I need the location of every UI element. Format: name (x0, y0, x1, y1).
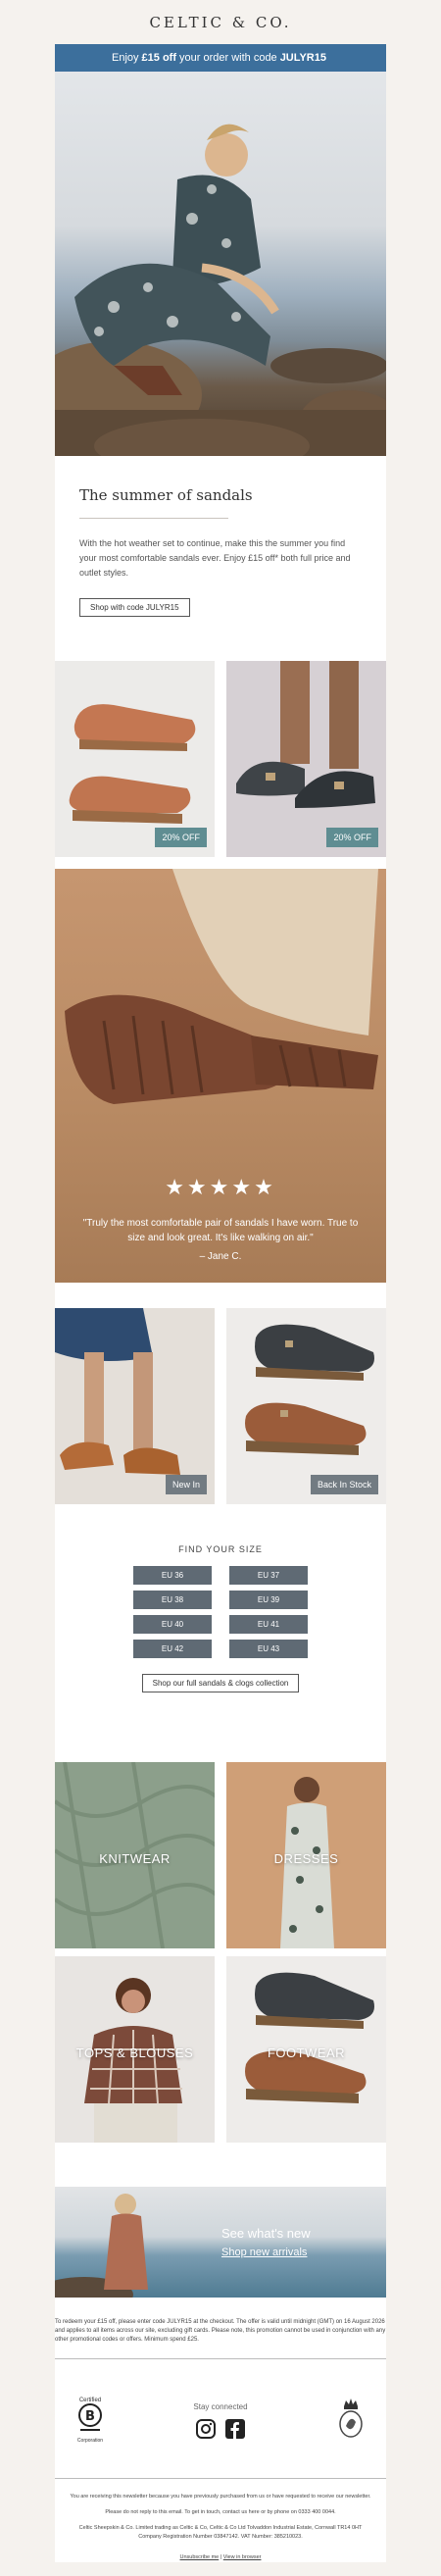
banner-middle: your order with code (179, 52, 277, 64)
legal-divider (55, 2478, 386, 2479)
offer-tile-black-sandals[interactable]: 20% OFF (226, 661, 386, 857)
banner-code: JULYR15 (279, 52, 326, 64)
intro-title: The summer of sandals (79, 486, 253, 504)
shop-code-button[interactable]: Shop with code JULYR15 (79, 598, 190, 617)
social-icons (193, 2419, 247, 2439)
size-button[interactable]: EU 40 (133, 1615, 212, 1634)
category-label: KNITWEAR (99, 1851, 171, 1867)
new-in-tile[interactable]: New In (55, 1308, 215, 1504)
intro-section: The summer of sandals With the hot weath… (55, 456, 386, 639)
promo-banner[interactable]: Enjoy £15 off your order with code JULYR… (55, 44, 386, 72)
category-label: FOOTWEAR (267, 2046, 346, 2061)
category-row-2: TOPS & BLOUSES FOOTWEAR (55, 1956, 386, 2143)
back-in-stock-tile[interactable]: Back In Stock (226, 1308, 386, 1504)
legal-section: You are receiving this newsletter becaus… (55, 2468, 386, 2562)
size-grid: EU 36 EU 37 EU 38 EU 39 EU 40 EU 41 EU 4… (55, 1566, 386, 1658)
size-button[interactable]: EU 39 (229, 1591, 308, 1609)
size-finder-title: FIND YOUR SIZE (178, 1544, 263, 1554)
unsubscribe-row: Unsubscribe me | View in browser (179, 2554, 262, 2560)
stay-connected-label: Stay connected (193, 2402, 248, 2411)
spacer (55, 1716, 386, 1762)
corporation-label: Corporation (76, 2438, 104, 2444)
new-arrivals-banner[interactable]: See what's new Shop new arrivals (55, 2187, 386, 2298)
banner-prefix: Enjoy (112, 52, 139, 64)
instagram-icon[interactable] (196, 2419, 216, 2439)
spacer (55, 1283, 386, 1308)
svg-text:B: B (85, 2409, 95, 2424)
new-in-badge: New In (165, 1475, 207, 1494)
shop-new-arrivals-link[interactable]: Shop new arrivals (221, 2247, 311, 2258)
brand-logo[interactable]: CELTIC & CO. (0, 0, 441, 44)
hero-image[interactable] (55, 72, 386, 456)
royal-warrant-badge (335, 2397, 367, 2445)
offer-tiles: 20% OFF 20% OFF (55, 661, 386, 857)
stay-connected: Stay connected (193, 2402, 248, 2439)
category-footwear[interactable]: FOOTWEAR (226, 1956, 386, 2143)
new-arrivals-headline: See what's new (221, 2226, 311, 2241)
intro-body: With the hot weather set to continue, ma… (79, 538, 351, 578)
offer-badge: 20% OFF (326, 828, 378, 847)
terms-text: To redeem your £15 off, please enter cod… (55, 2319, 386, 2343)
size-finder: FIND YOUR SIZE EU 36 EU 37 EU 38 EU 39 E… (55, 1504, 386, 1716)
terms-divider (55, 2358, 386, 2359)
title-divider (79, 518, 228, 519)
spacer (55, 1948, 386, 1956)
review-banner[interactable]: ★★★★★ "Truly the most comfortable pair o… (55, 869, 386, 1283)
size-button[interactable]: EU 43 (229, 1640, 308, 1658)
review-quote: "Truly the most comfortable pair of sand… (74, 1216, 367, 1264)
category-tops-blouses[interactable]: TOPS & BLOUSES (55, 1956, 215, 2143)
spacer (55, 2143, 386, 2187)
spacer (55, 639, 386, 661)
category-dresses[interactable]: DRESSES (226, 1762, 386, 1948)
b-corp-icon: B (78, 2403, 102, 2431)
review-author: – Jane C. (199, 1251, 242, 1262)
size-button[interactable]: EU 36 (133, 1566, 212, 1585)
unsubscribe-link[interactable]: Unsubscribe me (180, 2554, 220, 2560)
offer-badge: 20% OFF (155, 828, 207, 847)
social-footer: Certified B Corporation Stay connected (55, 2373, 386, 2468)
offer-tile-tan-sandals[interactable]: 20% OFF (55, 661, 215, 857)
shop-collection-button[interactable]: Shop our full sandals & clogs collection (141, 1674, 300, 1692)
back-in-stock-badge: Back In Stock (310, 1475, 378, 1494)
category-label: DRESSES (273, 1851, 339, 1867)
terms-section: To redeem your £15 off, please enter cod… (55, 2298, 386, 2373)
category-row-1: KNITWEAR DRESSES (55, 1762, 386, 1948)
size-button[interactable]: EU 38 (133, 1591, 212, 1609)
size-button[interactable]: EU 42 (133, 1640, 212, 1658)
facebook-icon[interactable] (225, 2419, 245, 2439)
legal-line-4: Company Registration Number 03847142. VA… (138, 2534, 303, 2540)
b-corp-badge[interactable]: Certified B Corporation (74, 2398, 106, 2444)
category-knitwear[interactable]: KNITWEAR (55, 1762, 215, 1948)
spacer (55, 857, 386, 869)
banner-amount: £15 off (141, 52, 177, 64)
review-text: "Truly the most comfortable pair of sand… (82, 1218, 359, 1243)
legal-line-1: You are receiving this newsletter becaus… (70, 2494, 371, 2500)
legal-line-3: Celtic Sheepskin & Co. Limited trading a… (78, 2525, 363, 2531)
rating-stars: ★★★★★ (165, 1175, 276, 1199)
size-button[interactable]: EU 41 (229, 1615, 308, 1634)
new-in-tiles: New In Back In Stock (55, 1308, 386, 1504)
new-arrivals-text: See what's new Shop new arrivals (221, 2226, 311, 2258)
view-in-browser-link[interactable]: View in browser (223, 2554, 262, 2560)
category-label: TOPS & BLOUSES (75, 2046, 194, 2061)
royal-crest-icon (339, 2399, 363, 2438)
legal-line-2: Please do not reply to this email. To ge… (105, 2509, 336, 2515)
size-button[interactable]: EU 37 (229, 1566, 308, 1585)
